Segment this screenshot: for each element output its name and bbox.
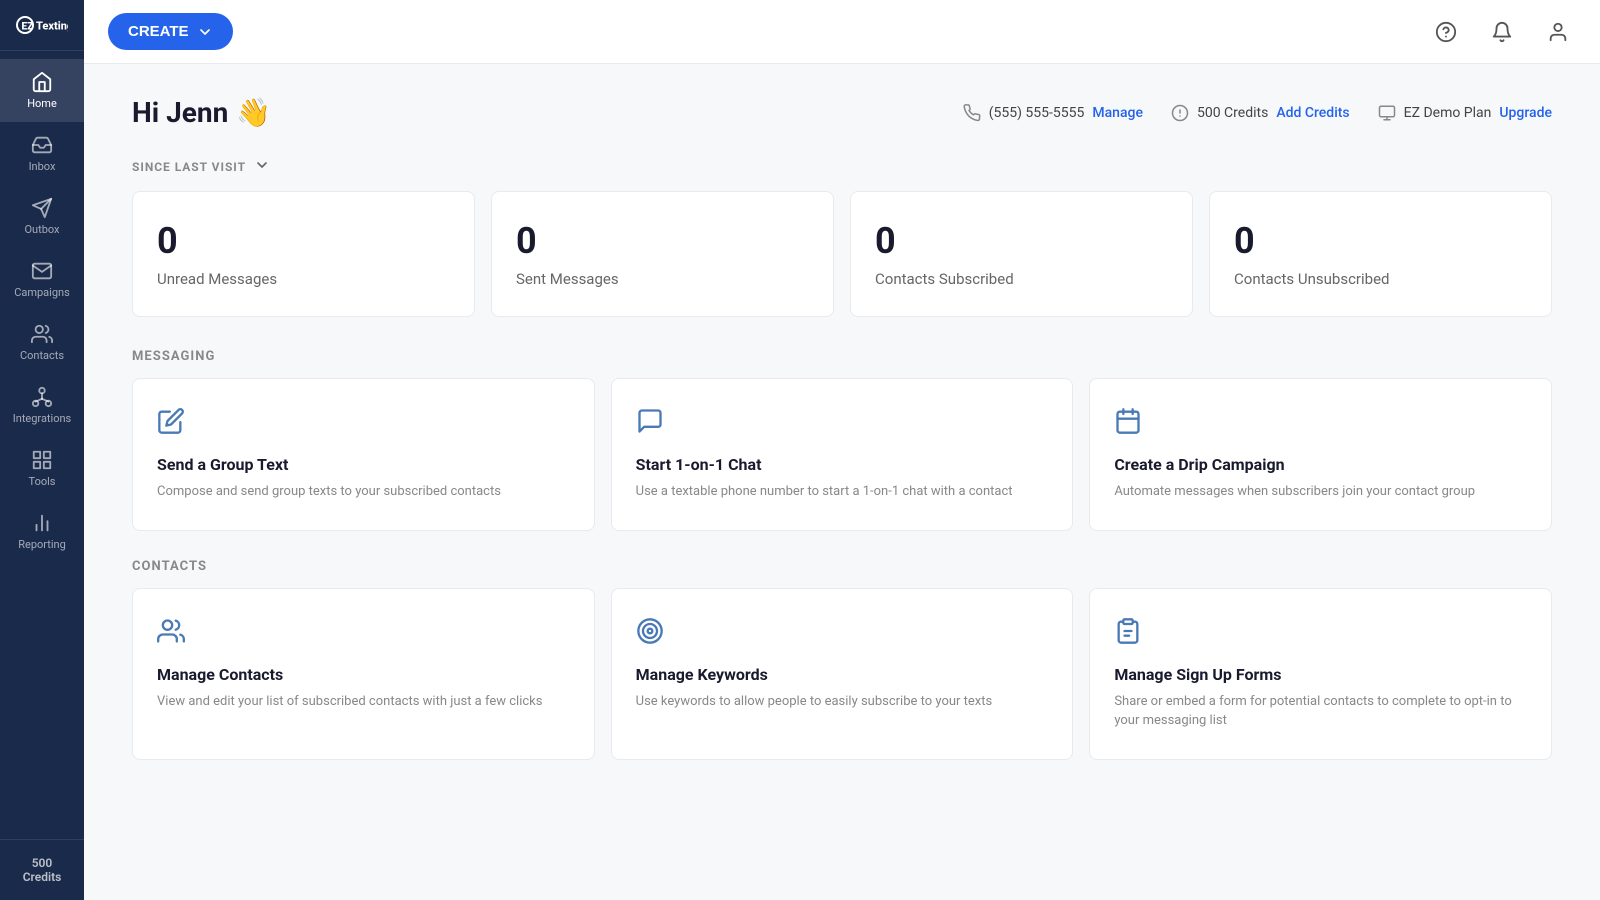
card-start-chat[interactable]: Start 1-on-1 Chat Use a textable phone n… <box>611 378 1074 531</box>
card-title: Manage Contacts <box>157 665 570 684</box>
stats-grid: 0 Unread Messages 0 Sent Messages 0 Cont… <box>132 191 1552 317</box>
stat-card-unread: 0 Unread Messages <box>132 191 475 317</box>
target-icon <box>636 617 1049 649</box>
sidebar-item-contacts[interactable]: Contacts <box>0 311 84 374</box>
create-button[interactable]: CREATE <box>108 13 233 50</box>
edit-icon <box>157 407 570 439</box>
sidebar-item-integrations[interactable]: Integrations <box>0 374 84 437</box>
calendar-icon <box>1114 407 1527 439</box>
card-manage-keywords[interactable]: Manage Keywords Use keywords to allow pe… <box>611 588 1074 760</box>
greeting: Hi Jenn 👋 <box>132 96 271 129</box>
sidebar-item-inbox[interactable]: Inbox <box>0 122 84 185</box>
page-header: Hi Jenn 👋 (555) 555-5555 Manage <box>132 96 1552 129</box>
card-manage-contacts[interactable]: Manage Contacts View and edit your list … <box>132 588 595 760</box>
account-button[interactable] <box>1540 14 1576 50</box>
sidebar-logo: EZ Texting <box>0 0 84 51</box>
card-title: Send a Group Text <box>157 455 570 474</box>
plan-info: EZ Demo Plan Upgrade <box>1378 104 1552 122</box>
card-title: Manage Keywords <box>636 665 1049 684</box>
card-desc: Use a textable phone number to start a 1… <box>636 482 1049 502</box>
card-title: Start 1-on-1 Chat <box>636 455 1049 474</box>
messaging-section-header: MESSAGING <box>132 349 1552 364</box>
card-send-group-text[interactable]: Send a Group Text Compose and send group… <box>132 378 595 531</box>
messaging-cards: Send a Group Text Compose and send group… <box>132 378 1552 531</box>
sidebar-item-reporting[interactable]: Reporting <box>0 500 84 563</box>
logo: EZ Texting <box>16 14 68 36</box>
card-manage-forms[interactable]: Manage Sign Up Forms Share or embed a fo… <box>1089 588 1552 760</box>
sidebar-nav: Home Inbox Outbox Campaigns <box>0 51 84 839</box>
svg-text:EZ: EZ <box>22 22 34 33</box>
chevron-icon[interactable] <box>254 157 270 177</box>
plan-icon <box>1378 104 1396 122</box>
contacts-cards: Manage Contacts View and edit your list … <box>132 588 1552 760</box>
card-drip-campaign[interactable]: Create a Drip Campaign Automate messages… <box>1089 378 1552 531</box>
card-title: Manage Sign Up Forms <box>1114 665 1527 684</box>
sidebar-item-tools[interactable]: Tools <box>0 437 84 500</box>
credits-icon <box>1171 104 1189 122</box>
upgrade-link[interactable]: Upgrade <box>1499 105 1552 121</box>
topbar: CREATE <box>84 0 1600 64</box>
card-desc: Compose and send group texts to your sub… <box>157 482 570 502</box>
sidebar-item-outbox[interactable]: Outbox <box>0 185 84 248</box>
sidebar-item-home[interactable]: Home <box>0 59 84 122</box>
chevron-down-icon <box>197 24 213 40</box>
help-button[interactable] <box>1428 14 1464 50</box>
manage-link[interactable]: Manage <box>1092 105 1143 121</box>
notifications-button[interactable] <box>1484 14 1520 50</box>
page-content: Hi Jenn 👋 (555) 555-5555 Manage <box>84 64 1600 900</box>
card-desc: Automate messages when subscribers join … <box>1114 482 1527 502</box>
clipboard-icon <box>1114 617 1527 649</box>
sidebar: EZ Texting Home Inbox <box>0 0 84 900</box>
user-circle-icon <box>1547 21 1569 43</box>
credits-info: 500 Credits Add Credits <box>1171 104 1350 122</box>
svg-text:Texting: Texting <box>36 20 68 33</box>
card-desc: Use keywords to allow people to easily s… <box>636 692 1049 712</box>
since-last-visit-header: SINCE LAST VISIT <box>132 157 1552 177</box>
chat-icon <box>636 407 1049 439</box>
main-content: CREATE <box>84 0 1600 900</box>
help-icon <box>1435 21 1457 43</box>
topbar-right <box>1428 14 1576 50</box>
contacts-section-header: CONTACTS <box>132 559 1552 574</box>
credits-display: 500 Credits <box>0 839 84 900</box>
stat-card-subscribed: 0 Contacts Subscribed <box>850 191 1193 317</box>
since-last-visit-label: SINCE LAST VISIT <box>132 160 246 174</box>
phone-info: (555) 555-5555 Manage <box>963 104 1143 122</box>
card-desc: View and edit your list of subscribed co… <box>157 692 570 712</box>
stat-card-sent: 0 Sent Messages <box>491 191 834 317</box>
header-info: (555) 555-5555 Manage 500 Credits Add Cr… <box>963 104 1552 122</box>
sidebar-item-campaigns[interactable]: Campaigns <box>0 248 84 311</box>
phone-icon <box>963 104 981 122</box>
users-icon <box>157 617 570 649</box>
card-desc: Share or embed a form for potential cont… <box>1114 692 1527 731</box>
stat-card-unsubscribed: 0 Contacts Unsubscribed <box>1209 191 1552 317</box>
bell-icon <box>1491 21 1513 43</box>
add-credits-link[interactable]: Add Credits <box>1276 105 1349 121</box>
card-title: Create a Drip Campaign <box>1114 455 1527 474</box>
